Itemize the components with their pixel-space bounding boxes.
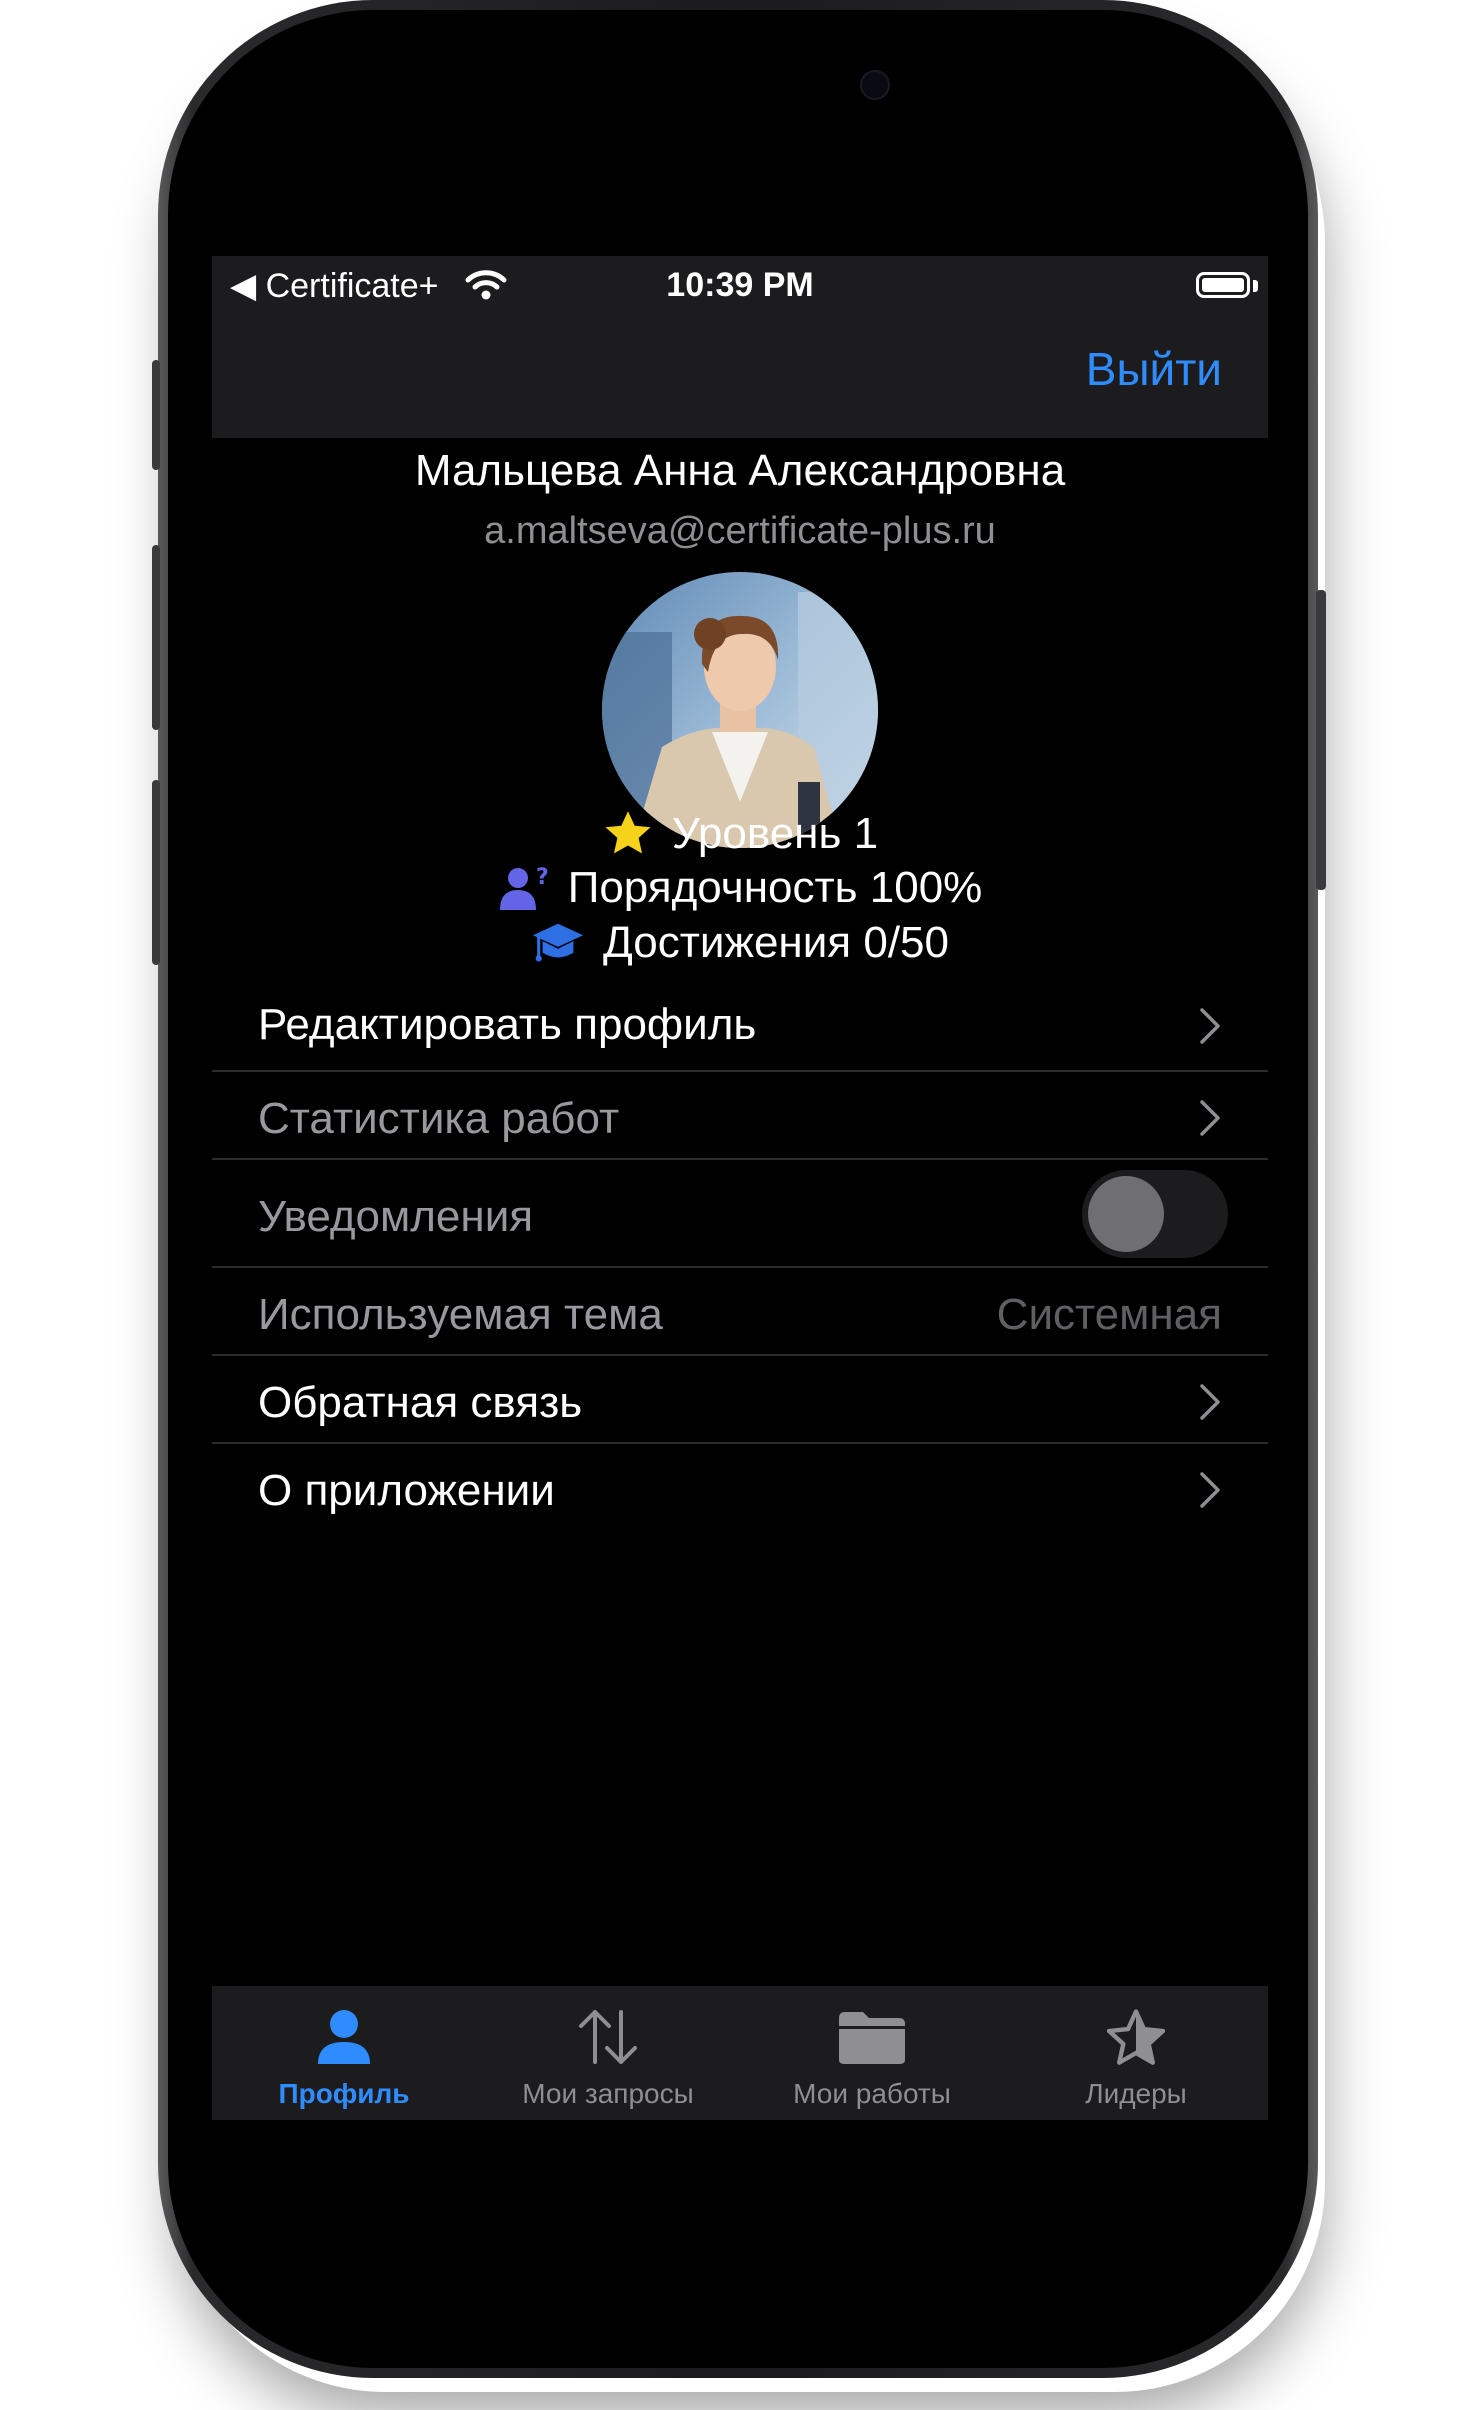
svg-text:?: ? — [536, 865, 549, 890]
chevron-right-icon — [1200, 1472, 1220, 1508]
feedback-row[interactable]: Обратная связь — [212, 1356, 1268, 1444]
about-label: О приложении — [258, 1466, 555, 1515]
tab-my-requests-label: Мои запросы — [522, 2078, 694, 2109]
tab-my-works[interactable]: Мои работы — [740, 1986, 1004, 2120]
battery-tip — [1253, 280, 1258, 292]
chevron-right-icon — [1200, 1008, 1220, 1044]
user-name: Мальцева Анна Александровна — [414, 446, 1066, 495]
work-stats-row[interactable]: Статистика работ — [212, 1072, 1268, 1160]
volume-up-button — [152, 545, 160, 730]
chevron-right-icon — [1200, 1100, 1220, 1136]
tab-my-requests[interactable]: Мои запросы — [476, 1986, 740, 2120]
tab-profile[interactable]: Профиль — [212, 1986, 476, 2120]
achievements-stat: Достижения 0/50 — [212, 916, 1268, 981]
graduation-cap-icon — [532, 923, 584, 962]
power-button — [1316, 590, 1326, 890]
status-bar: ◀ Certificate+ 10:39 PM — [212, 256, 1268, 320]
notifications-label: Уведомления — [258, 1192, 534, 1241]
feedback-label: Обратная связь — [258, 1378, 583, 1427]
battery-icon — [1196, 272, 1250, 298]
about-row[interactable]: О приложении — [212, 1444, 1268, 1532]
navigation-bar: Выйти — [212, 320, 1268, 438]
decency-label: Порядочность 100% — [567, 863, 983, 912]
volume-down-button — [152, 780, 160, 965]
notifications-row: Уведомления — [212, 1160, 1268, 1268]
chevron-right-icon — [1200, 1384, 1220, 1420]
silent-switch — [152, 360, 160, 470]
tab-leaders[interactable]: Лидеры — [1004, 1986, 1268, 2120]
folder-icon — [839, 2012, 905, 2064]
tab-my-works-label: Мои работы — [793, 2078, 951, 2109]
notifications-toggle[interactable] — [1082, 1170, 1228, 1258]
screen: ◀ Certificate+ 10:39 PM Выйти Мальцева А… — [212, 256, 1268, 2120]
theme-row[interactable]: Используемая тема Системная — [212, 1268, 1268, 1356]
arrows-up-down-icon — [579, 2010, 637, 2064]
star-icon — [605, 811, 651, 854]
camera-icon — [860, 70, 890, 100]
theme-label: Используемая тема — [258, 1290, 663, 1339]
person-question-icon: ? — [499, 865, 549, 910]
avatar[interactable] — [602, 572, 878, 848]
edit-profile-label: Редактировать профиль — [258, 1000, 757, 1049]
level-label: Уровень 1 — [671, 809, 879, 858]
tab-profile-label: Профиль — [278, 2078, 410, 2109]
achievements-label: Достижения 0/50 — [603, 918, 949, 967]
edit-profile-row[interactable]: Редактировать профиль — [212, 982, 1268, 1072]
tab-leaders-label: Лидеры — [1085, 2078, 1187, 2109]
user-email: a.maltseva@certificate-plus.ru — [484, 510, 996, 552]
theme-value: Системная — [996, 1290, 1222, 1339]
toggle-knob — [1088, 1176, 1164, 1252]
status-time: 10:39 PM — [666, 266, 814, 304]
star-outline-icon — [1106, 2009, 1166, 2065]
logout-button[interactable]: Выйти — [1086, 342, 1222, 396]
tab-bar: Профиль Мои запросы Мои работы Лидеры — [212, 1986, 1268, 2120]
person-icon — [318, 2010, 370, 2064]
work-stats-label: Статистика работ — [258, 1094, 620, 1143]
